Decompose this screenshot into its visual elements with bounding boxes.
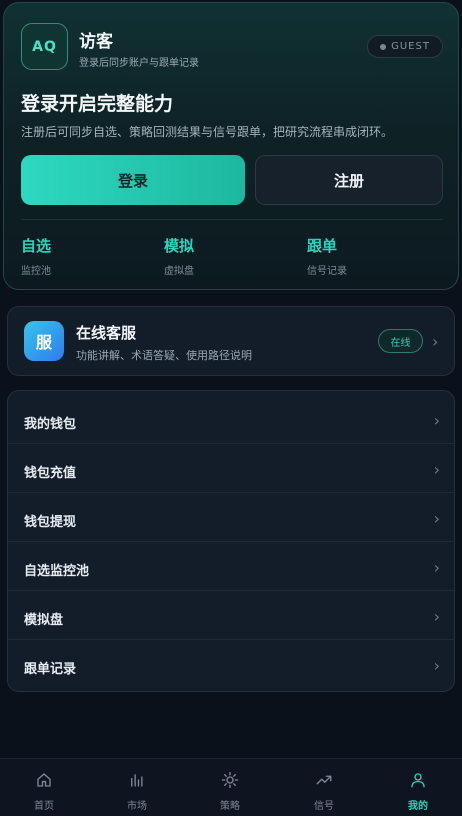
tab-label: 首页 — [34, 801, 54, 812]
service-icon: 服 — [24, 321, 64, 361]
chevron-right-icon: › — [433, 656, 440, 675]
tab-strategy[interactable]: 策略 — [200, 771, 260, 812]
chevron-right-icon: › — [433, 509, 440, 528]
register-button[interactable]: 注册 — [255, 155, 443, 205]
status-dot-icon — [380, 43, 387, 50]
trend-icon — [316, 775, 332, 785]
home-icon — [37, 773, 51, 787]
divider — [21, 219, 443, 220]
sun-icon — [221, 771, 239, 789]
tab-mine[interactable]: 我的 — [388, 771, 448, 812]
menu-item-label: 自选监控池 — [24, 564, 90, 579]
login-button[interactable]: 登录 — [21, 155, 245, 205]
guest-badge-label: GUEST — [391, 41, 430, 52]
bar-chart-icon — [131, 774, 143, 787]
quick-link-subtitle: 虚拟盘 — [164, 266, 194, 277]
online-status-badge: 在线 — [378, 329, 423, 353]
chevron-right-icon: › — [433, 607, 440, 626]
guest-badge: GUEST — [367, 35, 443, 58]
avatar: AQ — [21, 23, 68, 70]
menu-item-withdraw[interactable]: 钱包提现 › — [8, 493, 454, 542]
menu-item-label: 钱包提现 — [24, 515, 77, 530]
menu-item-label: 跟单记录 — [24, 662, 77, 677]
chevron-right-icon: › — [433, 460, 440, 479]
menu-item-label: 钱包充值 — [24, 466, 77, 481]
service-title: 在线客服 — [76, 324, 137, 342]
menu-item-label: 模拟盘 — [24, 613, 64, 628]
tab-label: 信号 — [314, 801, 334, 812]
tab-label: 市场 — [127, 801, 147, 812]
user-name: 访客 — [79, 32, 113, 52]
chevron-right-icon: › — [433, 558, 440, 577]
quick-link-copytrade[interactable]: 跟单 信号记录 — [307, 235, 347, 277]
menu-item-label: 我的钱包 — [24, 417, 77, 432]
bottom-tab-bar: 首页 市场 策略 信号 我的 — [0, 758, 462, 816]
menu-item-simulation[interactable]: 模拟盘 › — [8, 591, 454, 640]
tab-signal[interactable]: 信号 — [294, 771, 354, 812]
menu-item-watchlist-pool[interactable]: 自选监控池 › — [8, 542, 454, 591]
quick-link-subtitle: 信号记录 — [307, 266, 347, 277]
quick-link-watchlist[interactable]: 自选 监控池 — [21, 235, 51, 277]
menu-item-wallet[interactable]: 我的钱包 › — [8, 395, 454, 444]
quick-link-title: 跟单 — [307, 237, 338, 255]
page-headline: 登录开启完整能力 — [21, 93, 174, 115]
page-description: 注册后可同步自选、策略回测结果与信号跟单，把研究流程串成闭环。 — [21, 125, 394, 139]
user-subtitle: 登录后同步账户与跟单记录 — [79, 58, 199, 69]
quick-link-title: 模拟 — [164, 237, 195, 255]
quick-link-title: 自选 — [21, 237, 52, 255]
tab-label: 我的 — [408, 801, 428, 812]
online-service-card[interactable]: 服 在线客服 功能讲解、术语答疑、使用路径说明 在线 › — [7, 306, 455, 376]
quick-link-subtitle: 监控池 — [21, 266, 51, 277]
chevron-right-icon: › — [433, 411, 440, 430]
menu-item-deposit[interactable]: 钱包充值 › — [8, 444, 454, 493]
quick-link-simulation[interactable]: 模拟 虚拟盘 — [164, 235, 194, 277]
menu-item-copytrade-records[interactable]: 跟单记录 › — [8, 640, 454, 689]
tab-market[interactable]: 市场 — [107, 771, 167, 812]
menu-list: 我的钱包 › 钱包充值 › 钱包提现 › 自选监控池 › 模拟盘 › 跟单记录 … — [7, 390, 455, 692]
user-icon — [411, 773, 425, 788]
tab-label: 策略 — [220, 801, 240, 812]
service-subtitle: 功能讲解、术语答疑、使用路径说明 — [76, 349, 252, 362]
profile-card: AQ 访客 登录后同步账户与跟单记录 GUEST 登录开启完整能力 注册后可同步… — [3, 2, 459, 290]
tab-home[interactable]: 首页 — [14, 771, 74, 812]
chevron-right-icon: › — [432, 332, 439, 351]
